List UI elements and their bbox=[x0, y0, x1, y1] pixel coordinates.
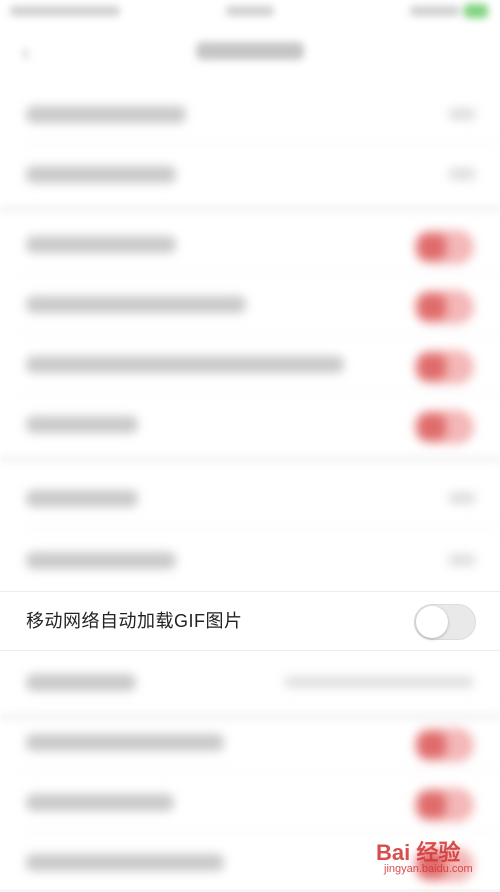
settings-toggle-row[interactable] bbox=[0, 712, 500, 772]
settings-toggle-row[interactable] bbox=[0, 274, 500, 334]
page-title bbox=[196, 42, 304, 60]
chevron-right-icon bbox=[448, 168, 476, 180]
back-arrow-icon[interactable]: ‹ bbox=[22, 42, 42, 64]
watermark-url: jingyan.baidu.com bbox=[384, 863, 473, 875]
settings-toggle-row[interactable] bbox=[0, 772, 500, 832]
settings-toggle-row[interactable] bbox=[0, 334, 500, 394]
settings-row[interactable] bbox=[0, 144, 500, 204]
battery-icon bbox=[464, 4, 488, 18]
gif-autoload-label: 移动网络自动加载GIF图片 bbox=[26, 611, 243, 631]
clock bbox=[226, 6, 274, 16]
toggle-switch[interactable] bbox=[414, 230, 474, 264]
chevron-right-icon bbox=[448, 554, 476, 566]
toggle-switch[interactable] bbox=[414, 728, 474, 762]
toggle-switch[interactable] bbox=[414, 788, 474, 822]
status-icons bbox=[410, 6, 460, 16]
settings-toggle-row[interactable] bbox=[0, 214, 500, 274]
toggle-knob bbox=[416, 606, 448, 638]
settings-row[interactable] bbox=[0, 652, 500, 712]
settings-row[interactable] bbox=[0, 530, 500, 590]
gif-autoload-toggle[interactable] bbox=[414, 604, 476, 640]
settings-row[interactable] bbox=[0, 84, 500, 144]
nav-bar: ‹ bbox=[0, 24, 500, 84]
settings-row[interactable] bbox=[0, 468, 500, 528]
settings-toggle-row[interactable] bbox=[0, 394, 500, 454]
chevron-right-icon bbox=[448, 108, 476, 120]
gif-autoload-row[interactable]: 移动网络自动加载GIF图片 bbox=[0, 591, 500, 651]
status-bar bbox=[0, 0, 500, 24]
toggle-switch[interactable] bbox=[414, 410, 474, 444]
settings-screen: ‹ 移动网络自动加载GIF图片 Bai 经验 jingyan.baidu.com bbox=[0, 0, 500, 889]
toggle-switch[interactable] bbox=[414, 350, 474, 384]
value-text bbox=[284, 676, 474, 688]
chevron-right-icon bbox=[448, 492, 476, 504]
watermark-logo: Bai 经验 jingyan.baidu.com bbox=[376, 835, 486, 881]
carrier-signal bbox=[10, 6, 120, 16]
toggle-switch[interactable] bbox=[414, 290, 474, 324]
